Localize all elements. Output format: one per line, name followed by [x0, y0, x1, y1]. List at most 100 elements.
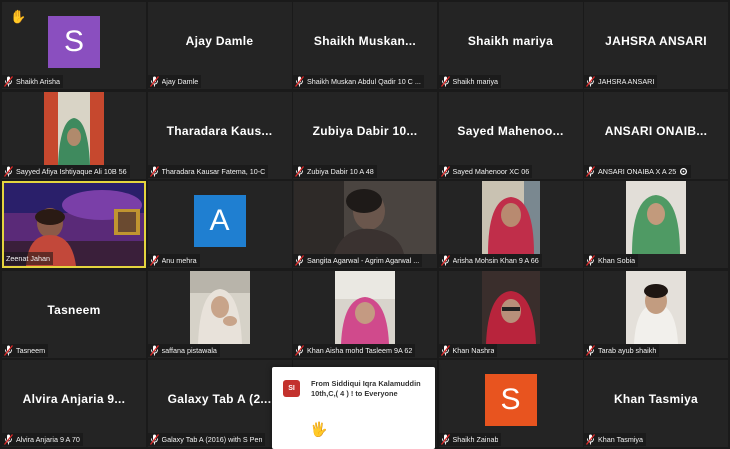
- participant-display-name: Tharadara Kaus...: [166, 123, 273, 138]
- participant-video: [335, 270, 395, 344]
- participant-name-label: Shaikh Zainab: [438, 433, 502, 446]
- participant-tile[interactable]: A Anu mehra: [147, 181, 292, 268]
- muted-mic-icon: [4, 165, 13, 177]
- participant-name-label: Tarab ayub shaikh: [584, 343, 660, 357]
- avatar: S: [48, 16, 100, 68]
- participant-video: [626, 181, 686, 254]
- muted-mic-icon: [295, 255, 304, 266]
- participant-name-label: Arisha Mohsin Khan 9 A 66: [438, 254, 542, 267]
- participant-video: [626, 270, 686, 344]
- muted-mic-icon: [586, 165, 595, 177]
- raised-hand-icon: ✋: [10, 9, 27, 24]
- participant-tile[interactable]: Galaxy Tab A (2... Galaxy Tab A (2016) w…: [147, 360, 292, 447]
- participant-name-label: Shaikh mariya: [438, 75, 502, 88]
- muted-mic-icon: [295, 344, 304, 356]
- participant-display-name: Tasneem: [47, 302, 101, 317]
- participant-name-label: Ajay Damle: [147, 75, 202, 88]
- muted-mic-icon: [440, 434, 450, 445]
- participant-video: [44, 91, 104, 165]
- muted-mic-icon: [149, 165, 159, 177]
- participant-tile[interactable]: Zubiya Dabir 10... Zubiya Dabir 10 A 48: [293, 91, 437, 179]
- muted-mic-icon: [586, 255, 595, 266]
- participant-tile[interactable]: Arisha Mohsin Khan 9 A 66: [438, 181, 583, 268]
- participant-display-name: Zubiya Dabir 10...: [312, 123, 418, 138]
- participant-tile[interactable]: Khan Sobia: [584, 181, 728, 268]
- muted-mic-icon: [440, 76, 450, 87]
- participant-tile[interactable]: Sayed Mahenoo... Sayed Mahenoor XC 06: [438, 91, 583, 179]
- muted-mic-icon: [440, 344, 450, 356]
- participant-name-label: Galaxy Tab A (2016) with S Pen: [147, 433, 266, 446]
- participant-tile[interactable]: Tarab ayub shaikh: [584, 270, 728, 358]
- muted-mic-icon: [149, 76, 159, 87]
- muted-mic-icon: [586, 344, 595, 356]
- participant-tile[interactable]: ANSARI ONAIB... ANSARI ONAIBA X A 25: [584, 91, 728, 179]
- participant-tile[interactable]: Tharadara Kaus... Tharadara Kausar Fatem…: [147, 91, 292, 179]
- muted-mic-icon: [586, 76, 595, 87]
- muted-mic-icon: [4, 434, 13, 445]
- participant-tile[interactable]: Khan Aisha mohd Tasleem 9A 62: [293, 270, 437, 358]
- participant-name-label: saffana pistawala: [147, 343, 220, 357]
- muted-mic-icon: [440, 165, 450, 177]
- muted-mic-icon: [149, 344, 159, 356]
- settings-icon: [680, 167, 688, 175]
- participant-name-label: Tasneem: [2, 343, 49, 357]
- participant-name-label: Khan Tasmiya: [584, 433, 647, 446]
- participant-tile[interactable]: Alvira Anjaria 9... Alvira Anjaria 9 A 7…: [2, 360, 146, 447]
- participant-name-label: Sayyed Afiya Ishtiyaque Ali 10B 56: [2, 164, 130, 178]
- participant-tile[interactable]: Sangita Agarwal - Agrim Agarwal ...: [293, 181, 437, 268]
- participant-tile[interactable]: Shaikh Muskan... Shaikh Muskan Abdul Qad…: [293, 2, 437, 89]
- participant-display-name: JAHSRA ANSARI: [605, 34, 707, 48]
- raised-hand-emoji-icon: 🖐: [310, 421, 328, 437]
- participant-name-label: Shaikh Muskan Abdul Qadir 10 C ...: [293, 75, 424, 88]
- muted-mic-icon: [586, 434, 595, 445]
- chat-message-text: From Siddiqui Iqra Kalamuddin 10th,C,( 4…: [311, 379, 421, 398]
- participant-name-label: Sayed Mahenoor XC 06: [438, 164, 533, 178]
- participant-video: [481, 270, 540, 344]
- participant-tile[interactable]: Tasneem Tasneem: [2, 270, 146, 358]
- participant-tile[interactable]: Shaikh mariya Shaikh mariya: [438, 2, 583, 89]
- participant-name-label: Khan Sobia: [584, 254, 639, 267]
- avatar: A: [193, 195, 246, 247]
- muted-mic-icon: [440, 255, 450, 266]
- participant-display-name: ANSARI ONAIB...: [604, 123, 708, 138]
- participant-name-label: Khan Nashra: [438, 343, 498, 357]
- participant-video: [189, 270, 250, 344]
- participant-name-label: ANSARI ONAIBA X A 25: [584, 164, 692, 178]
- participant-tile[interactable]: saffana pistawala: [147, 270, 292, 358]
- participant-name-label: Zubiya Dabir 10 A 48: [293, 164, 377, 178]
- participant-name-label: Tharadara Kausar Fatema, 10-C: [147, 164, 269, 178]
- participant-tile[interactable]: Khan Tasmiya Khan Tasmiya: [584, 360, 728, 447]
- muted-mic-icon: [295, 76, 304, 87]
- participant-name-label: Shaikh Arisha: [2, 75, 63, 88]
- active-speaker-tile[interactable]: Zeenat Jahan: [2, 181, 146, 268]
- participant-tile[interactable]: S Shaikh Zainab: [438, 360, 583, 447]
- participant-display-name: Galaxy Tab A (2...: [167, 392, 272, 406]
- participant-name-label: Zeenat Jahan: [4, 252, 53, 265]
- participant-tile[interactable]: Khan Nashra: [438, 270, 583, 358]
- participant-name-label: Khan Aisha mohd Tasleem 9A 62: [293, 343, 416, 357]
- participant-tile[interactable]: Sayyed Afiya Ishtiyaque Ali 10B 56: [2, 91, 146, 179]
- participant-video: [481, 181, 540, 254]
- sender-avatar: SI: [283, 380, 300, 397]
- participant-name-label: Anu mehra: [147, 254, 200, 267]
- participant-display-name: Shaikh Muskan...: [313, 34, 417, 48]
- participant-video: [294, 181, 436, 254]
- participant-name-label: Sangita Agarwal - Agrim Agarwal ...: [293, 254, 423, 267]
- participant-display-name: Ajay Damle: [185, 34, 254, 48]
- participant-display-name: Khan Tasmiya: [613, 392, 699, 406]
- participant-display-name: Shaikh mariya: [467, 34, 554, 48]
- participant-tile[interactable]: ✋ S Shaikh Arisha: [2, 2, 146, 89]
- participant-display-name: Alvira Anjaria 9...: [22, 392, 126, 406]
- muted-mic-icon: [4, 76, 13, 87]
- avatar: S: [484, 374, 537, 426]
- chat-notification-popup[interactable]: SI From Siddiqui Iqra Kalamuddin 10th,C,…: [272, 367, 435, 449]
- participant-name-label: Alvira Anjaria 9 A 70: [2, 433, 83, 446]
- muted-mic-icon: [149, 434, 159, 445]
- participant-tile[interactable]: JAHSRA ANSARI JAHSRA ANSARI: [584, 2, 728, 89]
- muted-mic-icon: [149, 255, 159, 266]
- muted-mic-icon: [295, 165, 304, 177]
- participant-display-name: Sayed Mahenoo...: [457, 123, 564, 138]
- participant-name-label: JAHSRA ANSARI: [584, 75, 658, 88]
- muted-mic-icon: [4, 344, 13, 356]
- participant-tile[interactable]: Ajay Damle Ajay Damle: [147, 2, 292, 89]
